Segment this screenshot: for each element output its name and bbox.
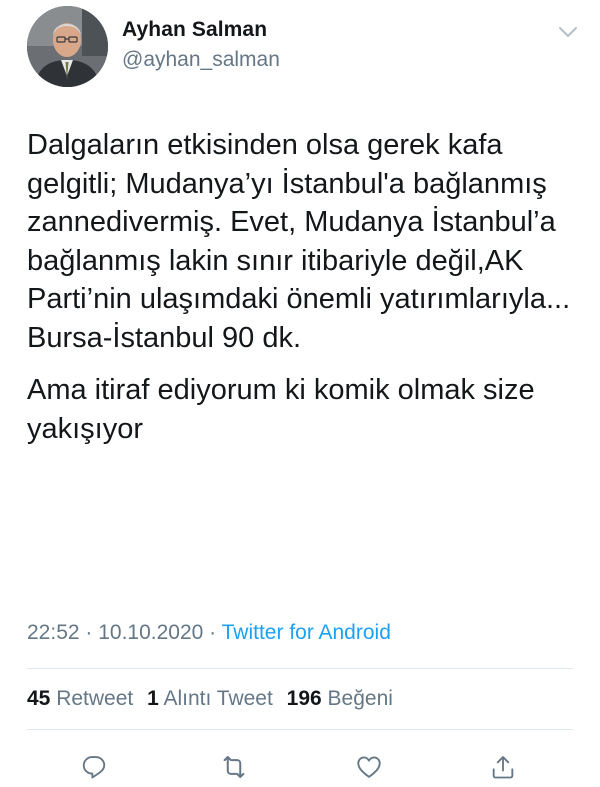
tweet-date[interactable]: 10.10.2020: [98, 621, 203, 644]
share-button[interactable]: [488, 752, 518, 782]
divider: [27, 729, 573, 730]
retweet-stat[interactable]: 45 Retweet: [27, 687, 133, 710]
tweet-paragraph: Dalgaların etkisinden olsa gerek kafa ge…: [27, 129, 571, 354]
tweet-time[interactable]: 22:52: [27, 621, 80, 644]
meta-separator: ·: [79, 621, 99, 644]
retweet-button[interactable]: [219, 752, 249, 782]
retweet-label: Retweet: [56, 687, 134, 710]
retweet-icon: [223, 756, 245, 778]
reply-button[interactable]: [79, 752, 109, 782]
avatar[interactable]: [27, 6, 108, 87]
chevron-down-icon[interactable]: [556, 20, 580, 44]
tweet-stats: 45 Retweet 1 Alıntı Tweet 196 Beğeni: [27, 687, 393, 711]
like-button[interactable]: [354, 752, 384, 782]
tweet-meta: 22:52 · 10.10.2020 · Twitter for Android: [27, 621, 391, 645]
quote-stat[interactable]: 1 Alıntı Tweet: [147, 687, 273, 710]
quote-label: Alıntı Tweet: [163, 687, 273, 710]
heart-icon: [357, 756, 381, 778]
tweet-text: Dalgaların etkisinden olsa gerek kafa ge…: [27, 126, 587, 448]
share-icon: [492, 756, 514, 779]
like-label: Beğeni: [327, 687, 393, 710]
author-name[interactable]: Ayhan Salman: [122, 18, 267, 42]
tweet-source-link[interactable]: Twitter for Android: [222, 621, 391, 644]
reply-icon: [82, 756, 106, 779]
retweet-count: 45: [27, 687, 51, 710]
profile-photo: [27, 6, 108, 87]
like-count: 196: [286, 687, 322, 710]
like-stat[interactable]: 196 Beğeni: [287, 687, 393, 710]
quote-count: 1: [147, 687, 159, 710]
meta-separator: ·: [203, 621, 222, 644]
tweet-detail: Ayhan Salman @ayhan_salman Dalgaların et…: [0, 0, 600, 787]
divider: [27, 668, 573, 669]
author-handle[interactable]: @ayhan_salman: [122, 48, 280, 72]
tweet-paragraph: Ama itiraf ediyorum ki komik olmak size …: [27, 374, 535, 445]
